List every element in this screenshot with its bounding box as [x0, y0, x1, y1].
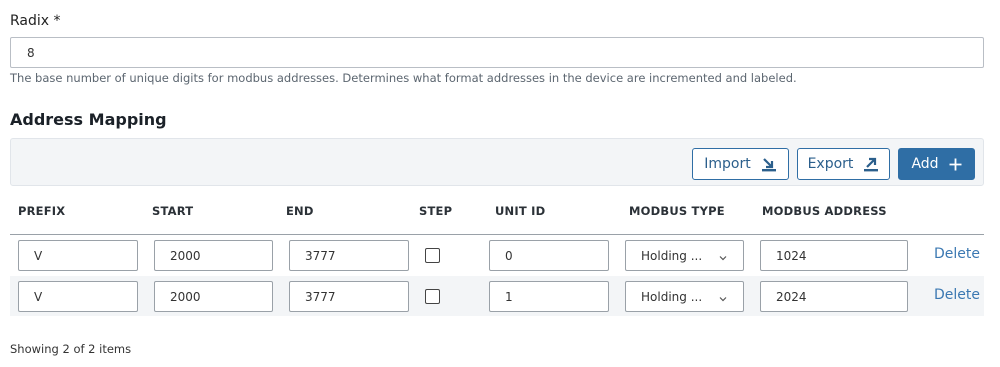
- step-checkbox[interactable]: [425, 289, 440, 304]
- import-button[interactable]: Import: [692, 148, 789, 180]
- import-button-label: Import: [704, 156, 751, 172]
- radix-help-text: The base number of unique digits for mod…: [10, 71, 797, 85]
- delete-link[interactable]: Delete: [934, 287, 980, 303]
- start-input[interactable]: [154, 281, 273, 312]
- modbus-type-select[interactable]: Holding ...: [625, 281, 744, 312]
- modbus-type-select[interactable]: Holding ...: [625, 240, 744, 271]
- table-row: Holding ... Delete: [10, 235, 984, 275]
- radix-input[interactable]: [10, 37, 984, 68]
- export-button[interactable]: Export: [797, 148, 890, 180]
- pagination-summary: Showing 2 of 2 items: [10, 342, 132, 356]
- prefix-input[interactable]: [18, 281, 138, 312]
- column-header-modbus-type: MODBUS TYPE: [629, 204, 725, 218]
- import-icon: [761, 156, 777, 172]
- table-row: Holding ... Delete: [10, 276, 984, 316]
- end-input[interactable]: [289, 281, 409, 312]
- export-icon: [863, 156, 879, 172]
- end-input[interactable]: [289, 240, 409, 271]
- unit-id-input[interactable]: [489, 281, 609, 312]
- column-header-unit-id: UNIT ID: [495, 204, 546, 218]
- chevron-down-icon: [719, 251, 727, 265]
- column-header-step: STEP: [419, 204, 453, 218]
- start-input[interactable]: [154, 240, 273, 271]
- address-mapping-title: Address Mapping: [10, 110, 167, 129]
- plus-icon: [949, 158, 962, 171]
- modbus-address-input[interactable]: [760, 240, 908, 271]
- add-button-label: Add: [911, 156, 939, 172]
- column-header-start: START: [152, 204, 194, 218]
- step-checkbox[interactable]: [425, 248, 440, 263]
- column-header-modbus-address: MODBUS ADDRESS: [762, 204, 887, 218]
- modbus-type-value: Holding ...: [641, 289, 703, 304]
- column-header-end: END: [286, 204, 314, 218]
- column-header-prefix: PREFIX: [18, 204, 66, 218]
- modbus-type-value: Holding ...: [641, 248, 703, 263]
- address-mapping-toolbar: Import Export Add: [10, 138, 984, 186]
- prefix-input[interactable]: [18, 240, 138, 271]
- delete-link[interactable]: Delete: [934, 246, 980, 262]
- add-button[interactable]: Add: [898, 148, 975, 180]
- chevron-down-icon: [719, 292, 727, 306]
- radix-label: Radix *: [10, 13, 61, 29]
- modbus-address-input[interactable]: [760, 281, 908, 312]
- unit-id-input[interactable]: [489, 240, 609, 271]
- export-button-label: Export: [807, 156, 854, 172]
